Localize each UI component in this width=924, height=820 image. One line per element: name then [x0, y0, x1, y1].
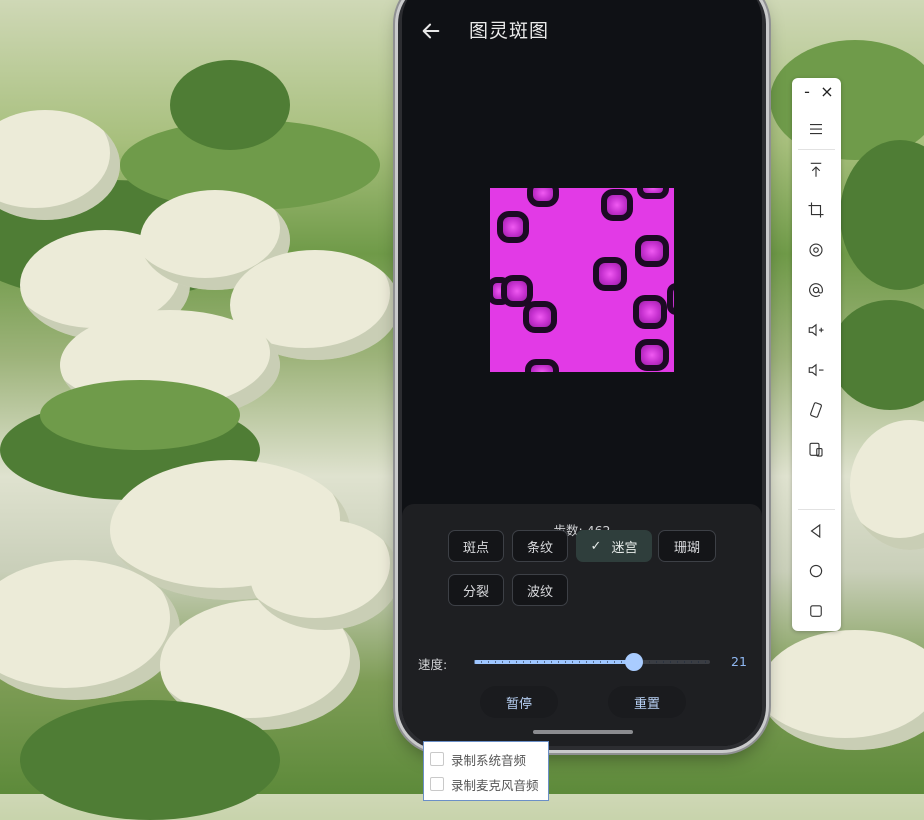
side-toolbar: - ×	[792, 78, 841, 631]
record-system-audio-option[interactable]: 录制系统音频	[430, 749, 526, 769]
maze-spots	[490, 188, 674, 372]
rotate-screen-icon[interactable]	[804, 398, 828, 422]
pause-button[interactable]: 暂停	[480, 686, 558, 718]
record-mic-audio-option[interactable]: 录制麦克风音频	[430, 774, 539, 794]
chip-label: 迷宫	[611, 540, 638, 556]
phone-frame: 图灵斑图 步数: 斑点 条纹 ✓ 迷宫 珊瑚 分裂 波纹 速度: 21 暂停 重…	[398, 0, 766, 750]
gesture-home-bar[interactable]	[533, 730, 633, 734]
slider-tick-marks	[474, 661, 710, 663]
pattern-chip-spots[interactable]: 斑点	[448, 530, 504, 562]
volume-up-icon[interactable]	[804, 318, 828, 342]
pattern-chip-maze[interactable]: ✓ 迷宫	[576, 530, 652, 562]
button-label: 暂停	[505, 696, 532, 712]
app-bar: 图灵斑图	[402, 0, 762, 60]
pattern-chip-ripple[interactable]: 波纹	[512, 574, 568, 606]
audio-options-panel: 录制系统音频 录制麦克风音频	[423, 741, 549, 801]
chip-label: 波纹	[526, 584, 553, 600]
at-icon[interactable]	[804, 278, 828, 302]
volume-down-icon[interactable]	[804, 358, 828, 382]
option-label: 录制麦克风音频	[451, 777, 539, 793]
speed-value: 21	[731, 654, 747, 669]
reset-button[interactable]: 重置	[608, 686, 686, 718]
option-label: 录制系统音频	[451, 752, 527, 768]
checkbox[interactable]	[430, 777, 444, 791]
chip-label: 条纹	[526, 540, 553, 556]
pattern-chip-stripes[interactable]: 条纹	[512, 530, 568, 562]
turing-pattern-canvas	[490, 188, 674, 372]
speed-slider-thumb[interactable]	[625, 653, 644, 671]
chip-label: 珊瑚	[673, 540, 700, 556]
speed-label: 速度:	[418, 657, 448, 672]
toolbar-divider	[798, 149, 835, 150]
check-icon: ✓	[590, 538, 602, 554]
speed-slider[interactable]	[474, 653, 710, 671]
pattern-svg	[490, 188, 674, 372]
chip-label: 斑点	[462, 540, 489, 556]
menu-icon[interactable]	[804, 117, 828, 141]
pattern-chip-split[interactable]: 分裂	[448, 574, 504, 606]
devices-icon[interactable]	[804, 438, 828, 462]
close-button[interactable]: ×	[819, 82, 835, 102]
pattern-chip-coral[interactable]: 珊瑚	[658, 530, 716, 562]
home-nav-icon[interactable]	[804, 559, 828, 583]
recents-nav-icon[interactable]	[804, 599, 828, 623]
control-panel: 步数: 462 斑点 条纹 ✓ 迷宫 珊瑚 分裂 波纹 速度:	[402, 504, 762, 746]
chip-label: 分裂	[462, 584, 489, 600]
phone-screen: 图灵斑图 步数: 斑点 条纹 ✓ 迷宫 珊瑚 分裂 波纹 速度: 21 暂停 重…	[402, 0, 762, 746]
checkbox[interactable]	[430, 752, 444, 766]
page-title: 图灵斑图	[469, 20, 550, 42]
minimize-button[interactable]: -	[799, 82, 815, 102]
rotate-icon[interactable]	[804, 238, 828, 262]
button-label: 重置	[633, 696, 660, 712]
upload-icon[interactable]	[804, 158, 828, 182]
back-nav-icon[interactable]	[804, 519, 828, 543]
crop-icon[interactable]	[804, 198, 828, 222]
toolbar-divider	[798, 509, 835, 510]
back-arrow-icon[interactable]	[420, 20, 442, 42]
